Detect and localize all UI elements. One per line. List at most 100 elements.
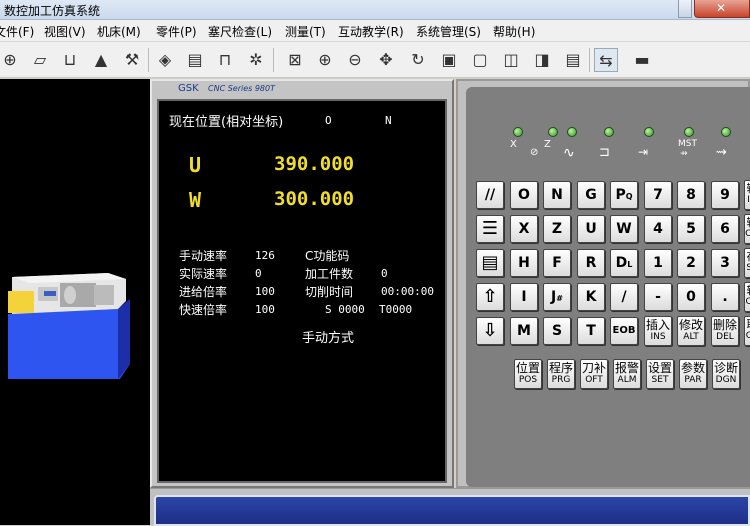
key-3[interactable]: 3	[711, 249, 739, 277]
key-minus[interactable]: -	[644, 283, 672, 311]
key-memory[interactable]: ▤	[476, 249, 504, 277]
zoom-in-icon[interactable]: ⊕	[313, 48, 337, 72]
tool-icon[interactable]: ⚒	[120, 48, 144, 72]
lathe-model-icon	[8, 269, 130, 379]
cnc-panel-icon[interactable]: ▬	[630, 48, 654, 72]
key-m[interactable]: M	[510, 317, 538, 345]
key-w[interactable]: W	[610, 215, 638, 243]
key-r[interactable]: R	[577, 249, 605, 277]
key-output[interactable]: 输OU	[744, 214, 750, 244]
key-0[interactable]: 0	[677, 283, 705, 311]
machine-viewport[interactable]	[0, 79, 150, 525]
control-panel-icon[interactable]: ▤	[561, 48, 585, 72]
maximize-button[interactable]	[678, 0, 692, 18]
key-page-up[interactable]: ⇧	[476, 283, 504, 311]
workpiece-icon[interactable]: ▱	[28, 48, 52, 72]
measure-icon[interactable]: ⊓	[213, 48, 237, 72]
key-position[interactable]: 位置POS	[514, 359, 542, 389]
key-n[interactable]: N	[543, 181, 571, 209]
key-1[interactable]: 1	[644, 249, 672, 277]
zoom-region-icon[interactable]: ⊠	[283, 48, 307, 72]
key-j[interactable]: J#	[543, 283, 571, 311]
key-6[interactable]: 6	[711, 215, 739, 243]
parts-count-label: 加工件数	[305, 265, 353, 282]
key-program[interactable]: 程序PRG	[547, 359, 575, 389]
key-4[interactable]: 4	[644, 215, 672, 243]
key-x[interactable]: X	[510, 215, 538, 243]
key-eob[interactable]: EOB	[610, 317, 638, 345]
key-input[interactable]: 输IN	[744, 180, 750, 210]
key-output-label: 输	[747, 216, 750, 229]
key-slash-skip[interactable]: //	[476, 181, 504, 209]
load-part-icon[interactable]: ▤	[183, 48, 207, 72]
title-bar: 数控加工仿真系统	[0, 0, 750, 20]
key-i[interactable]: I	[510, 283, 538, 311]
key-d-l[interactable]: DL	[610, 249, 638, 277]
menu-teaching[interactable]: 互动教学(R)	[338, 23, 404, 40]
zoom-out-icon[interactable]: ⊖	[343, 48, 367, 72]
fixture-icon[interactable]: ⊔	[58, 48, 82, 72]
key-cancel[interactable]: 取CA	[744, 316, 750, 346]
key-change[interactable]: 转CH	[744, 282, 750, 312]
toolbar: ⊕ ▱ ⊔ ▲ ⚒ ◈ ▤ ⊓ ✲ ⊠ ⊕ ⊖ ✥ ↻ ▣ ▢ ◫ ◨ ▤ ⇆ …	[0, 42, 750, 78]
chuck-icon[interactable]: ◈	[153, 48, 177, 72]
key-h[interactable]: H	[510, 249, 538, 277]
key-alter[interactable]: 修改ALT	[677, 316, 705, 346]
reference-icon[interactable]: ⊕	[0, 48, 22, 72]
key-t[interactable]: T	[577, 317, 605, 345]
key-u[interactable]: U	[577, 215, 605, 243]
key-offset[interactable]: 刀补OFT	[580, 359, 608, 389]
menu-view[interactable]: 视图(V)	[44, 23, 86, 40]
key-insert[interactable]: 插入INS	[644, 316, 672, 346]
manual-rate-label: 手动速率	[179, 247, 227, 264]
key-page-down[interactable]: ⇩	[476, 317, 504, 345]
toolbar-separator	[273, 48, 274, 72]
screen-title: 现在位置(相对坐标)	[169, 111, 283, 130]
key-slash[interactable]: /	[610, 283, 638, 311]
menu-file[interactable]: 文件(F)	[0, 23, 34, 40]
key-9[interactable]: 9	[711, 181, 739, 209]
view-right-icon[interactable]: ◨	[530, 48, 554, 72]
view-left-icon[interactable]: ◫	[499, 48, 523, 72]
key-position-sub: POS	[515, 375, 541, 385]
key-dot[interactable]: .	[711, 283, 739, 311]
view-top-icon[interactable]: ▢	[468, 48, 492, 72]
key-7[interactable]: 7	[644, 181, 672, 209]
key-alarm-sub: ALM	[614, 375, 640, 385]
key-g[interactable]: G	[577, 181, 605, 209]
window-title: 数控加工仿真系统	[4, 2, 100, 19]
close-button[interactable]	[694, 0, 750, 18]
pan-icon[interactable]: ✥	[374, 48, 398, 72]
key-diagnosis[interactable]: 诊断DGN	[712, 359, 740, 389]
key-5[interactable]: 5	[677, 215, 705, 243]
key-alarm[interactable]: 报警ALM	[613, 359, 641, 389]
rotate-icon[interactable]: ↻	[406, 48, 430, 72]
led-mst	[684, 127, 694, 137]
view-front-icon[interactable]: ▣	[437, 48, 461, 72]
menu-help[interactable]: 帮助(H)	[493, 23, 535, 40]
key-p-q[interactable]: PQ	[610, 181, 638, 209]
key-offset-sub: OFT	[581, 375, 607, 385]
key-s[interactable]: S	[543, 317, 571, 345]
menu-system[interactable]: 系统管理(S)	[416, 23, 481, 40]
key-edit[interactable]: ☰	[476, 215, 504, 243]
switch-icon[interactable]: ⇆	[594, 48, 618, 72]
key-8[interactable]: 8	[677, 181, 705, 209]
menu-part[interactable]: 零件(P)	[156, 23, 197, 40]
key-parameter[interactable]: 参数PAR	[679, 359, 707, 389]
menu-measure[interactable]: 测量(T)	[285, 23, 326, 40]
key-store-sub: ST	[745, 263, 750, 273]
key-2[interactable]: 2	[677, 249, 705, 277]
key-delete[interactable]: 删除DEL	[711, 316, 739, 346]
key-setting[interactable]: 设置SET	[646, 359, 674, 389]
machine-operator-panel[interactable]	[154, 495, 750, 526]
key-f[interactable]: F	[543, 249, 571, 277]
coolant-icon[interactable]: ✲	[244, 48, 268, 72]
menu-feeler-check[interactable]: 塞尺检查(L)	[208, 23, 272, 40]
key-o[interactable]: O	[510, 181, 538, 209]
tool-setting-icon[interactable]: ▲	[89, 48, 113, 72]
key-z[interactable]: Z	[543, 215, 571, 243]
key-store[interactable]: 存ST	[744, 248, 750, 278]
key-k[interactable]: K	[577, 283, 605, 311]
menu-machine[interactable]: 机床(M)	[97, 23, 141, 40]
